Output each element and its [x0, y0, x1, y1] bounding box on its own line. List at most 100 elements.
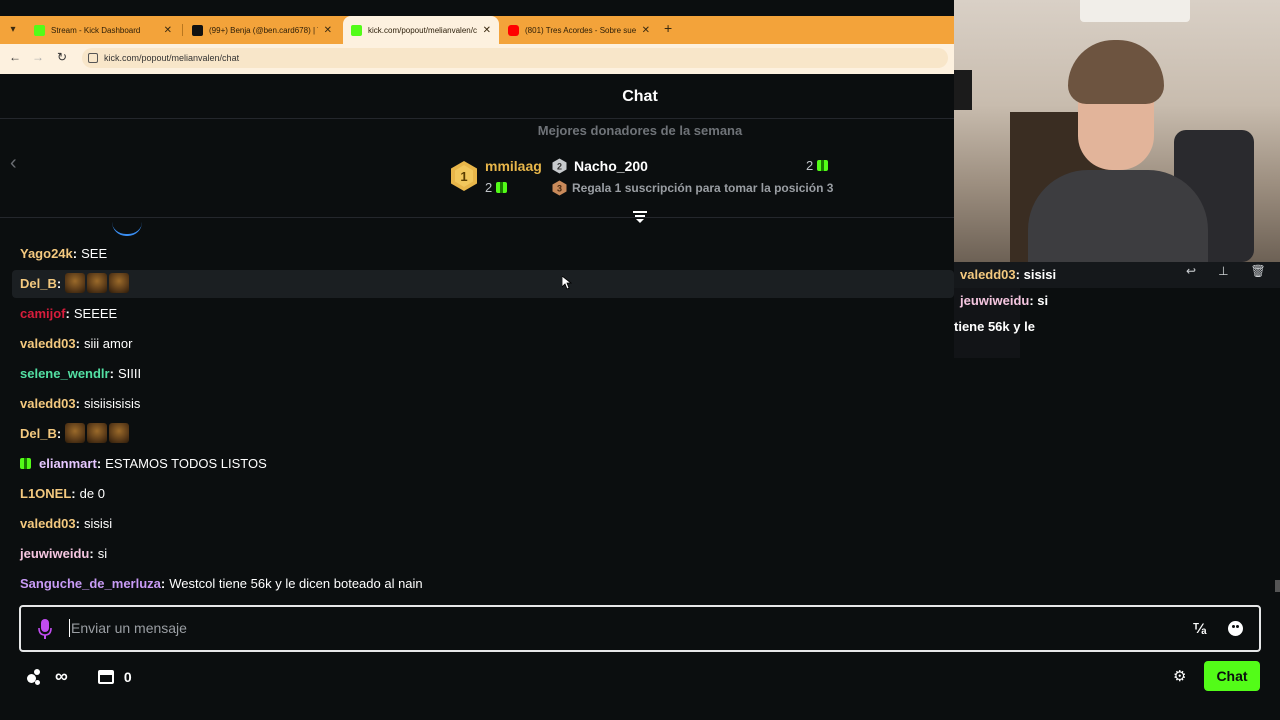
chat-username[interactable]: elianmart	[39, 456, 97, 471]
infinity-icon: ∞	[55, 666, 68, 686]
tiktok-favicon-icon	[192, 24, 203, 36]
username-colon: :	[109, 365, 114, 381]
reply-icon[interactable]: ↩	[1186, 264, 1196, 278]
chat-username[interactable]: camijof	[20, 306, 66, 321]
webcam-shelf	[954, 70, 972, 110]
chat-username[interactable]: L1ONEL	[20, 486, 71, 501]
trash-icon[interactable]: 🗑	[1251, 264, 1266, 278]
rank-2-badge-icon: 2	[552, 158, 567, 174]
chat-message-text: SEE	[81, 245, 108, 261]
chat-username[interactable]: valedd03	[20, 396, 76, 411]
chat-message: Del_B:	[20, 418, 130, 448]
tab-separator	[182, 24, 183, 36]
webcam-person-hair	[1068, 40, 1164, 104]
chat-message-text: ESTAMOS TODOS LISTOS	[105, 455, 267, 471]
chat-message: valedd03: sisiisisisis	[20, 388, 140, 418]
close-tab-icon[interactable]: ✕	[483, 25, 491, 36]
chat-message-text: si	[97, 545, 108, 561]
emote-icon[interactable]	[109, 423, 130, 443]
youtube-favicon-icon	[508, 24, 519, 36]
chat-message-text: sisisi	[84, 515, 113, 531]
emote-icon[interactable]	[87, 423, 108, 443]
translate-icon[interactable]: ᵀ⁄ₐ	[1193, 620, 1207, 636]
svg-text:3: 3	[557, 184, 562, 194]
chat-message-text: sisiisisisis	[84, 395, 141, 411]
chat-username[interactable]: selene_wendlr	[20, 366, 110, 381]
chat-username[interactable]: Del_B	[20, 426, 57, 441]
browser-tab[interactable]: Stream - Kick Dashboard ✕	[26, 16, 180, 44]
close-tab-icon[interactable]: ✕	[164, 25, 172, 36]
emote-icon[interactable]	[87, 273, 108, 293]
tab-search-chevron-icon[interactable]: ▾	[4, 20, 22, 38]
kick-favicon-icon	[351, 24, 362, 36]
chat-message-text: Westcol tiene 56k y le dicen boteado al …	[169, 575, 423, 591]
username-colon: :	[160, 575, 166, 591]
browser-tab[interactable]: (99+) Benja (@ben.card678) | Ti ✕	[184, 16, 340, 44]
svg-text:1: 1	[460, 169, 467, 184]
chat-username[interactable]: Del_B	[20, 276, 57, 291]
chat-message: valedd03: siii amor	[20, 328, 132, 358]
send-chat-button[interactable]: Chat	[1204, 661, 1260, 691]
close-tab-icon[interactable]: ✕	[642, 25, 650, 36]
chat-username[interactable]: Sanguche_de_merluza	[20, 576, 161, 591]
chat-message: Sanguche_de_merluza: Westcol tiene 56k y …	[20, 568, 423, 598]
chat-message-text: siii amor	[84, 335, 133, 351]
scrollbar-thumb[interactable]	[1275, 580, 1280, 592]
mouse-cursor-icon	[562, 276, 572, 290]
emote-icon[interactable]	[109, 273, 130, 293]
emote-icon[interactable]	[65, 423, 86, 443]
forward-arrow-icon[interactable]: →	[30, 50, 46, 64]
donor-3-prompt: Regala 1 suscripción para tomar la posic…	[572, 181, 834, 195]
browser-tab[interactable]: (801) Tres Acordes - Sobre sue ✕	[500, 16, 658, 44]
gift-icon	[817, 160, 829, 171]
emoji-icon[interactable]	[1228, 621, 1243, 636]
browser-tab-active[interactable]: kick.com/popout/melianvalen/c ✕	[343, 16, 499, 44]
rank-1-badge-icon: 1	[451, 161, 477, 191]
chat-message: valedd03: sisisi	[20, 508, 112, 538]
chat-username[interactable]: jeuwiweidu	[20, 546, 89, 561]
overlay-message: valedd03: sisisi	[960, 267, 1057, 282]
store-points-value: 0	[123, 668, 132, 685]
reload-icon[interactable]: ↻	[54, 50, 70, 64]
chat-username[interactable]: valedd03	[20, 336, 76, 351]
username-colon: :	[71, 485, 76, 501]
url-field[interactable]: kick.com/popout/melianvalen/chat	[82, 48, 948, 68]
pin-icon[interactable]: ⊥	[1218, 264, 1228, 278]
webcam-person-body	[1028, 170, 1208, 262]
text-caret	[69, 619, 70, 637]
donor-2-count: 2	[806, 158, 829, 173]
chat-message: selene_wendlr: SIIII	[20, 358, 141, 388]
username-colon: :	[75, 335, 80, 351]
site-info-icon[interactable]	[88, 53, 98, 63]
store-icon[interactable]	[97, 669, 114, 684]
overlay-message-tools: ↩ ⊥ 🗑	[1186, 264, 1266, 278]
chat-username[interactable]: Yago24k	[20, 246, 73, 261]
gift-badge-icon	[20, 457, 31, 469]
donor-2-name[interactable]: Nacho_200	[574, 158, 648, 174]
username-colon: :	[56, 425, 62, 441]
donor-1-name[interactable]: mmilaag	[485, 158, 542, 174]
chevron-left-icon[interactable]: ‹	[10, 152, 17, 175]
emote-icon[interactable]	[65, 273, 86, 293]
back-arrow-icon[interactable]: ←	[7, 50, 23, 64]
close-tab-icon[interactable]: ✕	[324, 25, 332, 36]
svg-text:2: 2	[557, 162, 562, 172]
username-colon: :	[72, 245, 78, 261]
chat-message: elianmart: ESTAMOS TODOS LISTOS	[20, 448, 267, 478]
partial-emote	[112, 222, 142, 236]
overlay-message: jeuwiweidu: si	[960, 293, 1049, 308]
kick-favicon-icon	[34, 24, 45, 36]
donor-1-count: 2	[485, 180, 508, 195]
username-colon: :	[75, 515, 80, 531]
username-colon: :	[96, 455, 102, 471]
microphone-icon[interactable]	[38, 618, 52, 640]
chat-message: Del_B:	[20, 268, 130, 298]
chat-username[interactable]: valedd03	[20, 516, 76, 531]
chat-message: camijof: SEEEE	[20, 298, 117, 328]
bottom-bar: ∞ 0	[27, 666, 132, 687]
chat-input[interactable]	[19, 605, 1261, 652]
gear-icon[interactable]: ⚙	[1173, 667, 1186, 685]
new-tab-plus-icon[interactable]: +	[664, 20, 672, 36]
window-top-bar	[0, 0, 954, 16]
points-bubbles-icon[interactable]	[27, 668, 45, 685]
